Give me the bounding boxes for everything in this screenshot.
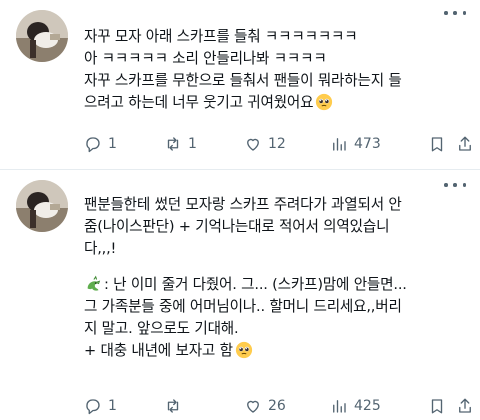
dot-icon xyxy=(462,183,466,187)
avatar-image xyxy=(16,180,68,232)
dot-icon xyxy=(453,183,457,187)
tweet[interactable]: 팬분들한테 썼던 모자랑 스카프 주려다가 과열되서 안 줌(나이스판단) + … xyxy=(0,170,480,420)
tweet-text-line: 지 말고. 앞으로도 기대해. xyxy=(84,320,239,337)
retweet-icon xyxy=(167,399,179,413)
more-options-button[interactable] xyxy=(444,6,466,20)
tweet-text-line: 팬분들한테 썼던 모자랑 스카프 주려다가 과열되서 안 xyxy=(84,196,402,213)
reply-button[interactable]: 1 xyxy=(84,396,117,416)
bookmark-button[interactable] xyxy=(428,396,446,416)
tweet-text-line: 그 가족분들 중에 어머님이나.. 할머니 드리세요,,버리 xyxy=(84,298,402,315)
pleading-face-icon xyxy=(235,341,252,359)
tweet-actions: 1 26 425 xyxy=(84,396,480,416)
pleading-face-icon xyxy=(316,93,333,111)
tweet[interactable]: 자꾸 모자 아래 스카프를 들춰 ㅋㅋㅋㅋㅋㅋㅋ 아 ㅋㅋㅋㅋㅋ 소리 안들리나… xyxy=(0,0,480,170)
like-button[interactable]: 12 xyxy=(244,134,286,154)
dot-icon xyxy=(444,183,448,187)
tweet-actions: 1 1 12 473 xyxy=(84,134,480,154)
reply-count: 1 xyxy=(108,398,117,414)
views-button[interactable]: 425 xyxy=(330,396,381,416)
retweet-count: 1 xyxy=(188,136,197,152)
views-chart-icon xyxy=(333,138,346,151)
tweet-text-line: : 난 이미 줄거 다줬어. 그... (스카프)맘에 안들면... xyxy=(104,276,407,293)
dot-icon xyxy=(444,11,448,15)
tweet-text-line: 자꾸 모자 아래 스카프를 들춰 ㅋㅋㅋㅋㅋㅋㅋ xyxy=(84,28,358,45)
retweet-button[interactable]: 1 xyxy=(164,134,197,154)
views-button[interactable]: 473 xyxy=(330,134,381,154)
tweet-text-line-with-emoji: : 난 이미 줄거 다줬어. 그... (스카프)맘에 안들면... xyxy=(84,274,472,296)
dot-icon xyxy=(453,11,457,15)
share-icon xyxy=(459,398,471,413)
like-button[interactable]: 26 xyxy=(244,396,286,416)
retweet-button[interactable] xyxy=(164,396,188,416)
avatar[interactable] xyxy=(16,10,68,62)
share-icon xyxy=(459,136,471,151)
avatar[interactable] xyxy=(16,180,68,232)
tweet-text: 팬분들한테 썼던 모자랑 스카프 주려다가 과열되서 안 줌(나이스판단) + … xyxy=(84,194,472,362)
reply-button[interactable]: 1 xyxy=(84,134,117,154)
tweet-text-line-with-emoji: 으려고 하는데 너무 웃기고 귀여웠어요 xyxy=(84,92,472,114)
views-chart-icon xyxy=(333,400,346,413)
more-options-button[interactable] xyxy=(444,178,466,192)
reply-icon xyxy=(86,137,100,153)
heart-icon xyxy=(247,138,259,151)
share-button[interactable] xyxy=(456,396,474,416)
avatar-image xyxy=(16,10,68,62)
like-count: 26 xyxy=(268,398,286,414)
bookmark-icon xyxy=(431,137,443,152)
retweet-icon xyxy=(167,137,179,151)
bookmark-icon xyxy=(431,399,443,414)
share-button[interactable] xyxy=(456,134,474,154)
view-count: 473 xyxy=(354,136,381,152)
reply-icon xyxy=(86,399,100,415)
reply-count: 1 xyxy=(108,136,117,152)
tweet-text-line: 다,,,! xyxy=(84,240,117,257)
tweet-text: 자꾸 모자 아래 스카프를 들춰 ㅋㅋㅋㅋㅋㅋㅋ 아 ㅋㅋㅋㅋㅋ 소리 안들리나… xyxy=(84,26,472,114)
tweet-text-line: 으려고 하는데 너무 웃기고 귀여웠어요 xyxy=(84,94,314,111)
heart-icon xyxy=(247,400,259,413)
tweet-text-line: 아 ㅋㅋㅋㅋㅋ 소리 안들리나봐 ㅋㅋㅋㅋ xyxy=(84,50,327,67)
tweet-text-line: 줌(나이스판단) + 기억나는대로 적어서 의역있습니 xyxy=(84,218,390,235)
bookmark-button[interactable] xyxy=(428,134,446,154)
tweet-text-line: + 대충 내년에 보자고 함 xyxy=(84,342,233,359)
dot-icon xyxy=(462,11,466,15)
tweet-text-line: 자꾸 스카프를 무한으로 들춰서 팬들이 뭐라하는지 들 xyxy=(84,72,402,89)
dragon-icon xyxy=(87,275,101,291)
tweet-text-line-with-emoji: + 대충 내년에 보자고 함 xyxy=(84,340,472,362)
like-count: 12 xyxy=(268,136,286,152)
view-count: 425 xyxy=(354,398,381,414)
